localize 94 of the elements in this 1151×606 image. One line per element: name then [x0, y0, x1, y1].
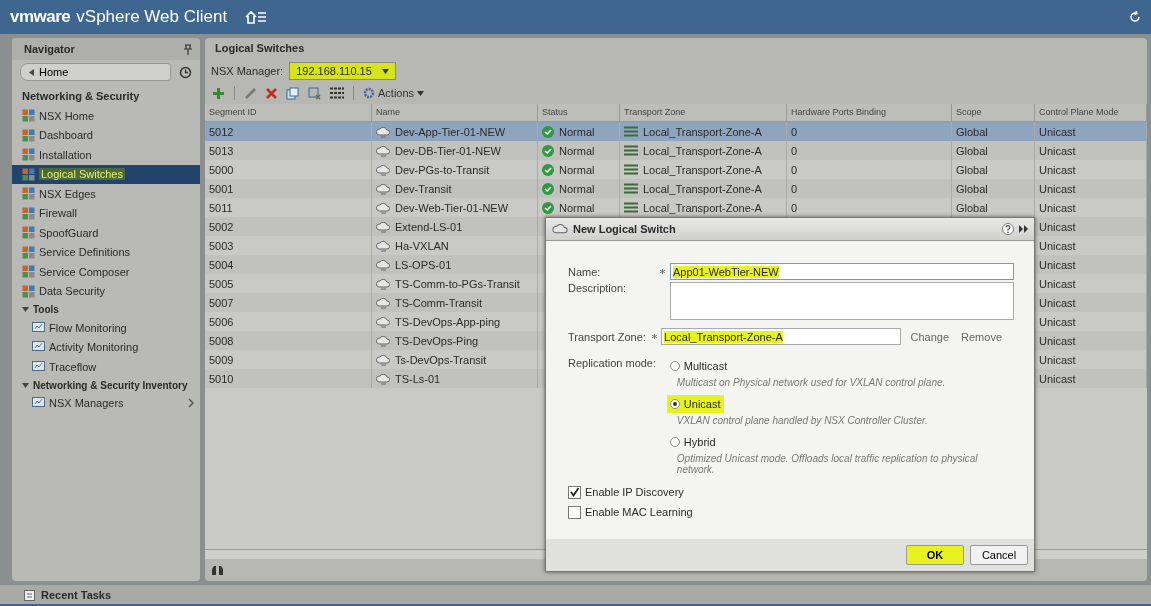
table-cell: 0: [791, 182, 798, 195]
nav-item-label: Logical Switches: [39, 168, 125, 181]
table-cell: 5005: [209, 277, 234, 290]
table-cell: Dev-Transit: [395, 182, 452, 195]
table-cell: Global: [956, 182, 988, 195]
input-value: App01-WebTier-NEW: [673, 265, 779, 278]
table-cell: Extend-LS-01: [395, 220, 463, 233]
app-title: vSphere Web Client: [76, 7, 228, 27]
table-cell: 5000: [209, 163, 234, 176]
table-cell: Local_Transport-Zone-A: [643, 182, 762, 195]
nav-item-label: Service Composer: [39, 265, 130, 278]
table-cell: Unicast: [1039, 258, 1076, 271]
table-cell: TS-Comm-to-PGs-Transit: [395, 277, 520, 290]
table-cell: Unicast: [1039, 163, 1076, 176]
table-cell: 5011: [209, 201, 233, 214]
field-label: Name:: [568, 265, 602, 278]
table-cell: 5009: [209, 353, 234, 366]
table-cell: 0: [791, 144, 798, 157]
brand-logo: vmware: [10, 7, 71, 27]
table-cell: Unicast: [1039, 201, 1076, 214]
table-cell: 0: [791, 201, 798, 214]
table-cell: 5010: [209, 372, 234, 385]
nav-item-label: NSX Home: [39, 109, 95, 122]
table-cell: Unicast: [1039, 353, 1076, 366]
table-cell: 0: [791, 163, 798, 176]
input-value: Local_Transport-Zone-A: [664, 330, 783, 343]
table-cell: Dev-DB-Tier-01-NEW: [395, 144, 501, 157]
table-cell: 5006: [209, 315, 234, 328]
table-cell: Unicast: [1039, 125, 1076, 138]
table-cell: LS-OPS-01: [395, 258, 452, 271]
nav-item-label: NSX Managers: [49, 397, 124, 410]
option-description: Optimized Unicast mode. Offloads local traffic replication to physical network.: [675, 452, 979, 477]
table-cell: Global: [956, 144, 988, 157]
table-cell: Unicast: [1039, 144, 1076, 157]
nav-item-label: Data Security: [39, 285, 106, 298]
field-label: Replication mode:: [568, 357, 658, 371]
table-cell: Dev-App-Tier-01-NEW: [395, 125, 506, 138]
nav-item-label: NSX Edges: [39, 187, 96, 200]
table-cell: Global: [956, 201, 988, 214]
table-cell: Normal: [559, 144, 595, 157]
table-cell: TS-DevOps-Ping: [395, 334, 479, 347]
table-cell: Normal: [559, 125, 595, 138]
table-cell: Global: [956, 163, 988, 176]
field-label: NSX Manager:: [211, 65, 284, 77]
nav-item-label: Traceflow: [49, 360, 97, 373]
dialog-title: New Logical Switch: [573, 223, 677, 235]
table-cell: 5007: [209, 296, 234, 309]
table-cell: 5013: [209, 144, 234, 157]
nav-section-heading: Networking & Security: [21, 89, 141, 104]
panel-title: Logical Switches: [214, 41, 306, 56]
table-cell: Unicast: [1039, 182, 1076, 195]
field-label: Transport Zone:: [568, 330, 647, 343]
table-cell: 5003: [209, 239, 234, 252]
table-cell: Normal: [559, 201, 595, 214]
table-cell: 5008: [209, 334, 234, 347]
table-cell: 5001: [209, 182, 234, 195]
table-cell: 5004: [209, 258, 234, 271]
nav-item-label: Installation: [39, 148, 92, 161]
table-cell: Dev-PGs-to-Transit: [395, 163, 490, 176]
table-cell: Unicast: [1039, 277, 1076, 290]
table-cell: Local_Transport-Zone-A: [643, 125, 762, 138]
panel-title: Navigator: [24, 43, 75, 55]
table-cell: Normal: [559, 182, 595, 195]
nav-item-label: Flow Monitoring: [49, 321, 127, 334]
nav-item-label: SpoofGuard: [39, 226, 99, 239]
option-description: Multicast on Physical network used for VXLAN control plane.: [675, 376, 947, 390]
table-cell: Unicast: [1039, 239, 1076, 252]
table-cell: TS-DevOps-App-ping: [395, 315, 501, 328]
option-description: VXLAN control plane handled by NSX Controller Cluster.: [675, 414, 929, 428]
nav-item-label: Firewall: [39, 207, 77, 220]
table-cell: Unicast: [1039, 315, 1076, 328]
table-cell: 5002: [209, 220, 234, 233]
table-cell: Local_Transport-Zone-A: [643, 201, 762, 214]
table-cell: Normal: [559, 163, 595, 176]
table-cell: Unicast: [1039, 220, 1076, 233]
table-cell: Unicast: [1039, 296, 1076, 309]
nav-item-label: Dashboard: [39, 129, 93, 142]
table-cell: Unicast: [1039, 372, 1076, 385]
table-cell: 0: [791, 125, 798, 138]
table-cell: Unicast: [1039, 334, 1076, 347]
nav-item-label: Service Definitions: [39, 246, 131, 259]
table-cell: TS-Comm-Transit: [395, 296, 482, 309]
table-cell: Dev-Web-Tier-01-NEW: [395, 201, 509, 214]
field-label: Description:: [568, 282, 628, 294]
table-cell: 5012: [209, 125, 234, 138]
nav-item-label: Activity Monitoring: [49, 341, 139, 354]
table-cell: Ts-DevOps-Transit: [395, 353, 487, 366]
checkbox-label: Enable IP Discovery: [585, 486, 684, 498]
table-cell: Global: [956, 125, 988, 138]
table-cell: Local_Transport-Zone-A: [643, 163, 762, 176]
table-cell: Local_Transport-Zone-A: [643, 144, 762, 157]
table-cell: Ha-VXLAN: [395, 239, 449, 252]
table-cell: TS-Ls-01: [395, 372, 441, 385]
checkbox-label: Enable MAC Learning: [585, 506, 693, 518]
